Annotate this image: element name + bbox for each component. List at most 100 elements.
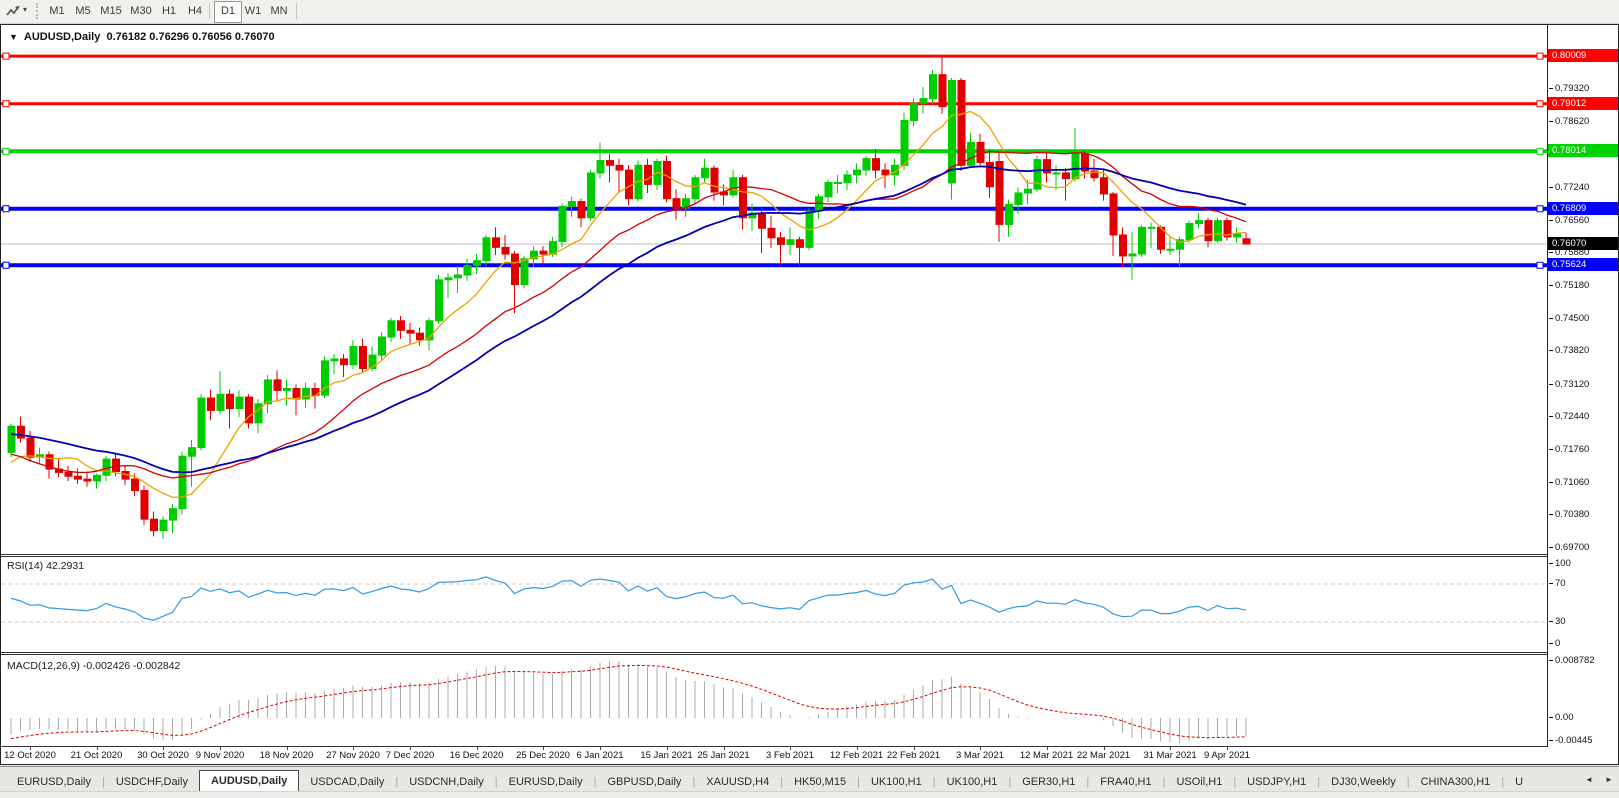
timeframe-button-m1[interactable]: M1	[44, 1, 70, 21]
price-level-line[interactable]	[1, 148, 1547, 154]
price-axis-tick: 0.75180	[1549, 280, 1589, 291]
symbol-tab-eurusd[interactable]: EURUSD,Daily	[6, 773, 102, 792]
macd-axis-tick: 0.008782	[1549, 655, 1595, 666]
tab-scroll-right-icon[interactable]: ►	[1601, 771, 1617, 788]
rsi-axis-tick: 0	[1549, 638, 1560, 649]
price-axis-tick: 0.73820	[1549, 345, 1589, 356]
timeframe-button-m30[interactable]: M30	[126, 1, 156, 21]
timeframe-button-d1[interactable]: D1	[214, 1, 242, 23]
price-axis-tick: 0.73120	[1549, 379, 1589, 390]
ma-slow-line	[11, 166, 1246, 472]
date-axis-label: 9 Apr 2021	[1204, 750, 1250, 761]
date-axis-label: 25 Jan 2021	[697, 750, 749, 761]
symbol-period-label: AUDUSD,Daily	[24, 31, 100, 43]
symbol-tab-usdcnh[interactable]: USDCNH,Daily	[398, 773, 495, 792]
date-axis-label: 21 Oct 2020	[71, 750, 123, 761]
date-axis-label: 12 Feb 2021	[830, 750, 883, 761]
price-level-badge: 0.79012	[1548, 97, 1618, 110]
symbol-tab-usdchf[interactable]: USDCHF,Daily	[105, 773, 199, 792]
date-axis-label: 16 Dec 2020	[450, 750, 504, 761]
chart-tool-icon[interactable]	[5, 3, 21, 19]
chart-menu-caret-icon[interactable]: ▼	[9, 32, 18, 42]
price-axis-tick: 0.71060	[1549, 477, 1589, 488]
date-axis-label: 3 Mar 2021	[956, 750, 1004, 761]
price-level-badge: 0.80009	[1548, 49, 1618, 62]
price-axis-tick: 0.76560	[1549, 215, 1589, 226]
macd-axis-tick: -0.00445	[1549, 735, 1593, 746]
symbol-tab-fra40[interactable]: FRA40,H1	[1089, 773, 1162, 792]
symbol-tab-eurusd[interactable]: EURUSD,Daily	[498, 773, 594, 792]
price-level-badge: 0.75624	[1548, 258, 1618, 271]
toolbar-separator	[209, 3, 210, 19]
symbol-tab-u[interactable]: U	[1504, 773, 1534, 792]
candles-layer	[8, 56, 1250, 539]
symbol-tab-gbpusd[interactable]: GBPUSD,Daily	[596, 773, 692, 792]
chart-window: ▼ AUDUSD,Daily 0.76182 0.76296 0.76056 0.…	[0, 24, 1619, 765]
timeframe-button-h4[interactable]: H4	[182, 1, 208, 21]
price-axis-tick: 0.70380	[1549, 509, 1589, 520]
price-axis-tick: 0.78620	[1549, 116, 1589, 127]
price-axis-line	[1547, 25, 1548, 747]
date-axis-label: 30 Oct 2020	[137, 750, 189, 761]
symbol-tab-ger30[interactable]: GER30,H1	[1011, 773, 1086, 792]
tab-scroll-left-icon[interactable]: ◄	[1581, 771, 1597, 788]
macd-histogram	[11, 661, 1246, 743]
current-price-badge: 0.76070	[1548, 237, 1618, 250]
macd-label: MACD(12,26,9) -0.002426 -0.002842	[7, 660, 180, 672]
price-level-line[interactable]	[1, 101, 1547, 107]
timeframe-button-w1[interactable]: W1	[240, 1, 266, 21]
price-level-badge: 0.76809	[1548, 202, 1618, 215]
price-level-line[interactable]	[1, 53, 1547, 59]
date-axis-label: 31 Mar 2021	[1143, 750, 1196, 761]
date-axis-label: 12 Mar 2021	[1020, 750, 1073, 761]
panel-separator[interactable]	[1, 652, 1547, 655]
symbol-tab-usdjpy[interactable]: USDJPY,H1	[1236, 773, 1317, 792]
symbol-tab-dj30[interactable]: DJ30,Weekly	[1320, 773, 1407, 792]
price-axis-tick: 0.69700	[1549, 542, 1589, 553]
symbol-tab-xauusd[interactable]: XAUUSD,H4	[695, 773, 780, 792]
trading-terminal: ▾ M1M5M15M30H1H4 D1W1MN ▼ AUDUSD,Daily 0.7…	[0, 0, 1619, 798]
symbol-tab-usdcad[interactable]: USDCAD,Daily	[299, 773, 395, 792]
timeframe-button-m5[interactable]: M5	[70, 1, 96, 21]
date-axis-label: 18 Nov 2020	[260, 750, 314, 761]
status-bar	[0, 791, 1619, 798]
price-level-line[interactable]	[1, 262, 1547, 268]
date-axis-label: 9 Nov 2020	[196, 750, 245, 761]
price-level-badge: 0.78014	[1548, 144, 1618, 157]
date-axis-label: 3 Feb 2021	[766, 750, 814, 761]
symbol-tab-uk100[interactable]: UK100,H1	[936, 773, 1009, 792]
date-axis-label: 12 Oct 2020	[4, 750, 56, 761]
price-axis-tick: 0.74500	[1549, 313, 1589, 324]
price-axis-tick: 0.72440	[1549, 411, 1589, 422]
rsi-axis-tick: 70	[1549, 578, 1566, 589]
timeframe-button-h1[interactable]: H1	[156, 1, 182, 21]
top-toolbar: ▾ M1M5M15M30H1H4 D1W1MN	[0, 0, 1619, 24]
date-axis-label: 27 Nov 2020	[326, 750, 380, 761]
symbol-tab-bar: EURUSD,Daily|USDCHF,DailyAUDUSD,DailyUSD…	[0, 766, 1619, 792]
date-axis-label: 25 Dec 2020	[516, 750, 570, 761]
panel-separator[interactable]	[1, 554, 1547, 557]
timeframe-button-m15[interactable]: M15	[96, 1, 126, 21]
date-axis-label: 22 Feb 2021	[887, 750, 940, 761]
price-axis-tick: 0.77240	[1549, 182, 1589, 193]
rsi-label: RSI(14) 42.2931	[7, 560, 84, 572]
chart-tool-dropdown-caret-icon[interactable]: ▾	[23, 5, 27, 14]
symbol-tab-audusd[interactable]: AUDUSD,Daily	[199, 770, 299, 792]
symbol-tab-china300[interactable]: CHINA300,H1	[1410, 773, 1502, 792]
symbol-tab-hk50[interactable]: HK50,M15	[783, 773, 857, 792]
ohlc-values: 0.76182 0.76296 0.76056 0.76070	[106, 31, 274, 43]
panel-separator	[1, 746, 1547, 747]
symbol-tab-uk100[interactable]: UK100,H1	[860, 773, 933, 792]
rsi-line	[11, 577, 1246, 620]
price-axis-tick: 0.79320	[1549, 83, 1589, 94]
price-axis-tick: 0.71760	[1549, 444, 1589, 455]
toolbar-separator	[296, 3, 297, 19]
date-axis-label: 15 Jan 2021	[640, 750, 692, 761]
macd-axis-tick: 0.00	[1549, 712, 1574, 723]
timeframe-button-mn[interactable]: MN	[266, 1, 292, 21]
rsi-axis-tick: 100	[1549, 558, 1571, 569]
date-axis-label: 6 Jan 2021	[576, 750, 623, 761]
toolbar-grip-handle[interactable]	[36, 3, 38, 19]
rsi-axis-tick: 30	[1549, 616, 1566, 627]
symbol-tab-usoil[interactable]: USOil,H1	[1165, 773, 1233, 792]
